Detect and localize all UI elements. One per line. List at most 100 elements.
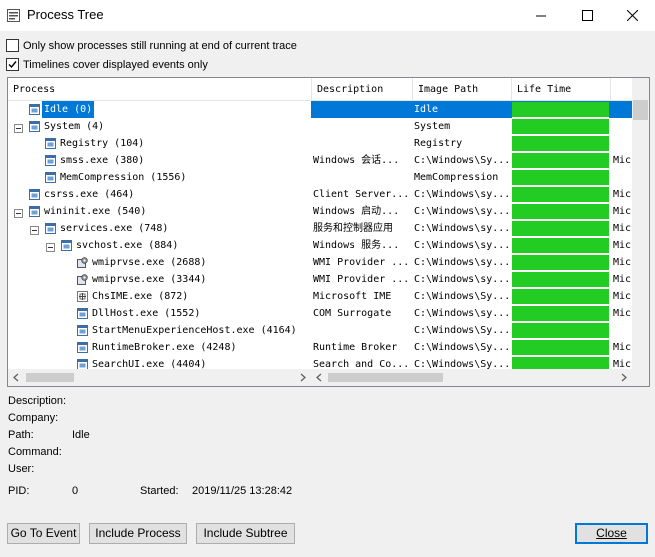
process-company: Mic (613, 342, 632, 353)
go-to-event-button[interactable]: Go To Event (7, 523, 80, 544)
process-icon (77, 325, 88, 336)
process-row[interactable]: Registry (104) Registry (8, 135, 632, 152)
process-icon (45, 138, 56, 149)
collapse-icon[interactable] (30, 224, 39, 235)
vertical-scrollbar[interactable] (632, 78, 649, 369)
process-name: DllHost.exe (1552) (92, 308, 201, 319)
process-name-cell: wmiprvse.exe (3344) (8, 271, 311, 288)
process-column-scrollbar[interactable] (8, 369, 311, 386)
close-window-button[interactable] (609, 0, 655, 31)
started-label: Started: (140, 485, 179, 497)
scroll-left-icon[interactable] (11, 372, 22, 383)
scroll-right-icon[interactable] (618, 372, 629, 383)
collapse-icon[interactable] (46, 241, 55, 252)
process-description: WMI Provider ... (313, 257, 410, 268)
process-company: Mic (613, 155, 632, 166)
process-row[interactable]: ChsIME.exe (872) Microsoft IME C:\Windows\… (8, 288, 632, 305)
process-name-cell: Registry (104) (8, 135, 311, 152)
life-time-bar (512, 102, 609, 118)
life-time-bar (512, 187, 609, 203)
close-button[interactable]: Close (575, 523, 648, 544)
life-time-cell (512, 339, 609, 356)
life-time-bar (512, 153, 609, 169)
process-row[interactable]: csrss.exe (464) Client Server... C:\Window… (8, 186, 632, 203)
maximize-button[interactable] (564, 0, 610, 31)
process-company (613, 135, 632, 152)
process-name-cell: System (4) (8, 118, 311, 135)
process-row[interactable]: wininit.exe (540) Windows 启动... C:\Windows… (8, 203, 632, 220)
minimize-icon (535, 15, 546, 17)
column-process[interactable]: Process (8, 78, 312, 100)
life-time-bar (512, 357, 609, 369)
process-name-cell: DllHost.exe (1552) (8, 305, 311, 322)
life-time-bar (512, 289, 609, 305)
process-row[interactable]: RuntimeBroker.exe (4248) Runtime Broker C:… (8, 339, 632, 356)
timelines-checkbox[interactable] (6, 58, 19, 71)
service-process-icon (77, 257, 88, 268)
process-name: System (4) (44, 121, 105, 132)
process-row[interactable]: MemCompression (1556) MemCompression (8, 169, 632, 186)
collapse-icon[interactable] (14, 207, 23, 218)
only-running-option[interactable]: Only show processes still running at end… (6, 39, 297, 52)
only-running-checkbox[interactable] (6, 39, 19, 52)
process-icon (45, 172, 56, 183)
path-value: Idle (72, 429, 90, 441)
details-scrollbar[interactable] (311, 369, 632, 386)
process-image-path: C:\Windows\Sy... (414, 342, 511, 353)
column-image-path[interactable]: Image Path (413, 78, 512, 100)
life-time-bar (512, 170, 609, 186)
process-row[interactable]: wmiprvse.exe (2688) WMI Provider ... C:\Wi… (8, 254, 632, 271)
timelines-label: Timelines cover displayed events only (23, 58, 208, 71)
process-company: Mic (613, 223, 632, 234)
life-time-cell (512, 271, 609, 288)
process-row[interactable]: smss.exe (380) Windows 会话... C:\Windows\Sy… (8, 152, 632, 169)
scroll-left-icon[interactable] (314, 372, 325, 383)
life-time-cell (512, 322, 609, 339)
process-company: Mic (613, 359, 632, 369)
life-time-bar (512, 306, 609, 322)
process-name: SearchUI.exe (4404) (92, 359, 207, 369)
life-time-bar (512, 272, 609, 288)
life-time-cell (512, 101, 609, 118)
process-name: MemCompression (1556) (60, 172, 187, 183)
process-image-path: C:\Windows\sy... (414, 308, 511, 319)
include-subtree-button[interactable]: Include Subtree (196, 523, 295, 544)
minimize-button[interactable] (518, 0, 564, 31)
process-image-path: C:\Windows\Sy... (414, 325, 511, 336)
process-description: Client Server... (313, 189, 410, 200)
process-image-path: C:\Windows\sy... (414, 240, 511, 251)
process-description (313, 169, 411, 186)
process-description: 服务和控制器应用 (313, 223, 393, 234)
column-description[interactable]: Description (312, 78, 413, 100)
process-row[interactable]: wmiprvse.exe (3344) WMI Provider ... C:\Wi… (8, 271, 632, 288)
process-row[interactable]: System (4) System (8, 118, 632, 135)
process-row[interactable]: services.exe (748) 服务和控制器应用 C:\Windows\sy.… (8, 220, 632, 237)
checkmark-icon (8, 61, 17, 69)
process-name: wmiprvse.exe (3344) (92, 274, 207, 285)
life-time-cell (512, 203, 609, 220)
life-time-cell (512, 254, 609, 271)
process-name: csrss.exe (464) (44, 189, 135, 200)
process-row[interactable]: svchost.exe (884) Windows 服务... C:\Windows… (8, 237, 632, 254)
process-name-cell: RuntimeBroker.exe (4248) (8, 339, 311, 356)
process-row[interactable]: SearchUI.exe (4404) Search and Co... C:\Wi… (8, 356, 632, 369)
process-row[interactable]: StartMenuExperienceHost.exe (4164) C:\Win… (8, 322, 632, 339)
path-label: Path: (8, 429, 34, 441)
column-life-time[interactable]: Life Time (512, 78, 611, 100)
process-name-cell: wininit.exe (540) (8, 203, 311, 220)
vertical-scroll-thumb[interactable] (633, 100, 648, 120)
include-process-button[interactable]: Include Process (89, 523, 187, 544)
column-extra[interactable] (611, 78, 632, 100)
horizontal-scroll-thumb[interactable] (26, 373, 74, 382)
life-time-bar (512, 238, 609, 254)
process-description: COM Surrogate (313, 308, 392, 319)
horizontal-scroll-thumb[interactable] (328, 373, 443, 382)
process-company: Mic (613, 189, 632, 200)
timelines-option[interactable]: Timelines cover displayed events only (6, 58, 208, 71)
process-row[interactable]: DllHost.exe (1552) COM Surrogate C:\Window… (8, 305, 632, 322)
collapse-icon[interactable] (14, 122, 23, 133)
process-name: Idle (0) (42, 101, 95, 118)
process-row[interactable]: Idle (0) Idle (8, 101, 632, 118)
scroll-right-icon[interactable] (297, 372, 308, 383)
process-tree-list[interactable]: Process Description Image Path Life Time… (7, 77, 650, 387)
